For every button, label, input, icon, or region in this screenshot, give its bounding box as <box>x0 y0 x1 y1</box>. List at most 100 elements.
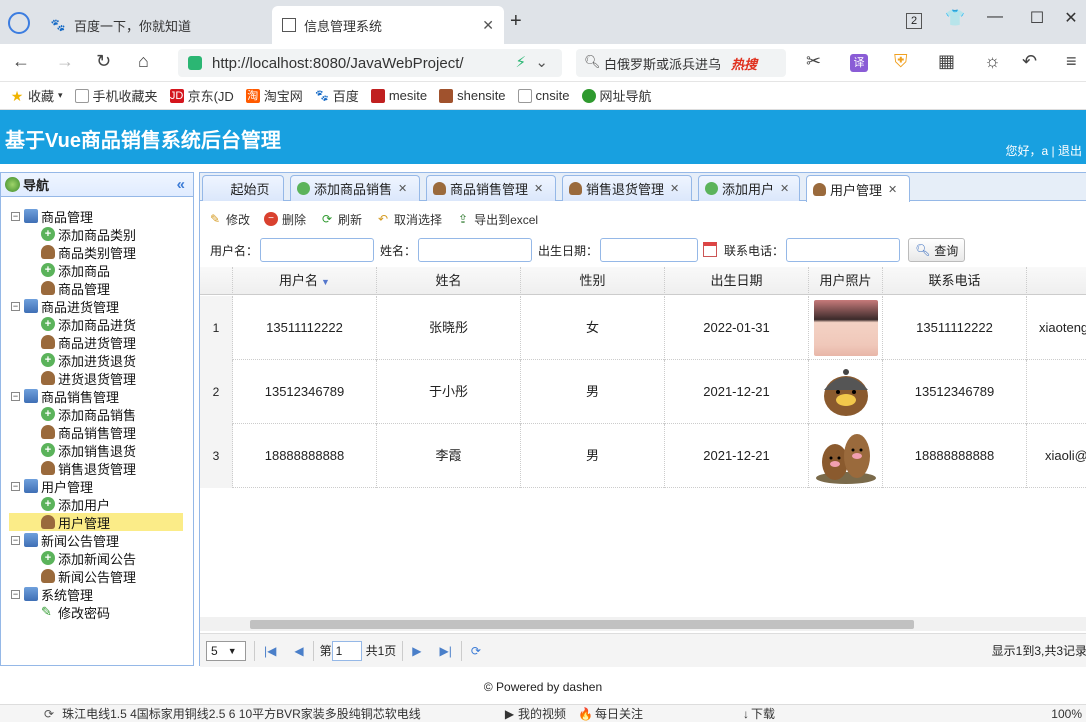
apps-grid-icon[interactable]: ▦ <box>938 51 955 72</box>
nav-item[interactable]: 商品销售管理 <box>41 423 136 441</box>
download-icon[interactable]: ↓ <box>743 707 749 721</box>
maximize-icon[interactable]: ☐ <box>1022 8 1052 28</box>
prev-page-icon[interactable]: ◀ <box>294 644 303 658</box>
phone-input[interactable] <box>786 238 901 262</box>
collapse-toggle-icon[interactable]: − <box>11 481 20 491</box>
nav-item[interactable]: + 添加商品销售 <box>41 405 136 423</box>
tab-add-sale[interactable]: 添加商品销售 ✕ <box>290 175 420 201</box>
tab-user-manage[interactable]: 用户管理 ✕ <box>806 175 910 202</box>
column-header-phone[interactable]: 联系电话 <box>883 267 1027 295</box>
cancel-select-button[interactable]: ↶ 取消选择 <box>376 211 442 228</box>
nav-group-2[interactable]: − 商品销售管理 <box>11 387 119 405</box>
browser-tab-active[interactable]: 信息管理系统 ✕ <box>272 6 504 44</box>
page-number-input[interactable]: 1 <box>331 640 362 661</box>
minimize-icon[interactable]: — <box>980 8 1010 26</box>
close-window-icon[interactable]: ✕ <box>1056 8 1086 28</box>
column-header-extra[interactable] <box>1027 267 1086 295</box>
export-excel-button[interactable]: ⇪ 导出到excel <box>456 211 538 228</box>
collapse-toggle-icon[interactable]: − <box>11 301 20 311</box>
shield-icon[interactable]: ⛨ <box>894 51 908 72</box>
zoom-level[interactable]: 100% <box>1051 707 1082 721</box>
menu-icon[interactable]: ≡ <box>1066 51 1077 72</box>
nav-item[interactable]: 商品进货管理 <box>41 333 136 351</box>
nav-group-5[interactable]: − 系统管理 <box>11 585 93 603</box>
home-icon[interactable]: ⌂ <box>138 51 149 72</box>
browser-logo-icon[interactable] <box>8 12 30 34</box>
nav-item[interactable]: 用户管理 <box>9 513 183 531</box>
tab-add-user[interactable]: 添加用户 ✕ <box>698 175 800 201</box>
bookmark-cnsite[interactable]: cnsite <box>517 88 570 103</box>
shirt-icon[interactable]: 👕 <box>940 8 970 28</box>
first-page-icon[interactable]: |◀ <box>264 644 276 658</box>
table-row[interactable]: 3 18888888888 李霞 男 2021-12-21 1888888888… <box>200 424 1086 488</box>
new-tab-button[interactable]: + <box>510 10 522 33</box>
close-tab-icon[interactable]: ✕ <box>534 182 543 195</box>
nav-item[interactable]: + 添加商品进货 <box>41 315 136 333</box>
bookmark-favorites[interactable]: ★ 收藏 ▾ <box>10 86 63 105</box>
birth-date-input[interactable] <box>600 238 718 262</box>
tab-home[interactable]: 起始页 <box>202 175 284 201</box>
edit-button[interactable]: ✎ 修改 <box>208 211 250 228</box>
horizontal-scrollbar[interactable] <box>200 617 1086 631</box>
name-input[interactable] <box>418 238 533 262</box>
news-ticker[interactable]: 珠江电线1.5 4国标家用铜线2.5 6 10平方BVR家装多股纯铜芯软电线 <box>62 705 421 722</box>
page-size-select[interactable]: 5 ▼ <box>206 640 246 661</box>
table-row[interactable]: 2 13512346789 于小彤 男 2021-12-21 135123467… <box>200 360 1086 424</box>
bookmark-jd[interactable]: JD 京东(JD <box>169 86 234 105</box>
bookmark-taobao[interactable]: 淘淘宝网 <box>245 86 303 105</box>
table-row[interactable]: 1 13511112222 张晓彤 女 2022-01-31 135111122… <box>200 296 1086 360</box>
nav-item[interactable]: 商品管理 <box>41 279 110 297</box>
nav-item[interactable]: + 添加商品类别 <box>41 225 136 243</box>
back-icon[interactable]: ← <box>12 51 30 72</box>
user-greeting[interactable]: 您好，a | 退出 <box>1006 142 1082 159</box>
close-tab-icon[interactable]: ✕ <box>780 182 789 195</box>
reload-icon[interactable]: ↻ <box>96 51 111 72</box>
chevron-down-icon[interactable]: ⌄ <box>535 53 548 71</box>
nav-item[interactable]: + 添加新闻公告 <box>41 549 136 567</box>
url-input[interactable]: http://localhost:8080/JavaWebProject/ ⚡ … <box>178 49 562 77</box>
tab-sale-manage[interactable]: 商品销售管理 ✕ <box>426 175 556 201</box>
sync-icon[interactable]: ⟳ <box>44 707 54 721</box>
scissors-icon[interactable]: ✂ <box>806 51 821 72</box>
collapse-toggle-icon[interactable]: − <box>11 391 20 401</box>
video-icon[interactable]: ▶ <box>505 707 514 721</box>
username-input[interactable] <box>260 238 375 262</box>
next-page-icon[interactable]: ▶ <box>412 644 421 658</box>
undo-icon[interactable]: ↶ <box>1022 51 1037 72</box>
collapse-toggle-icon[interactable]: − <box>11 589 20 599</box>
close-tab-icon[interactable]: ✕ <box>888 183 897 196</box>
nav-group-4[interactable]: − 新闻公告管理 <box>11 531 119 549</box>
column-header-photo[interactable]: 用户照片 <box>809 267 883 295</box>
nav-group-1[interactable]: − 商品进货管理 <box>11 297 119 315</box>
nav-item[interactable]: 商品类别管理 <box>41 243 136 261</box>
close-tab-icon[interactable]: ✕ <box>482 17 494 34</box>
bookmark-mobile[interactable]: 手机收藏夹 <box>74 86 158 105</box>
browser-search-input[interactable]: 🔍︎ 白俄罗斯或派兵进乌 热搜 <box>576 49 786 77</box>
nav-item[interactable]: 新闻公告管理 <box>41 567 136 585</box>
bookmark-mesite[interactable]: mesite <box>370 88 427 103</box>
close-tab-icon[interactable]: ✕ <box>398 182 407 195</box>
last-page-icon[interactable]: ▶| <box>440 644 452 658</box>
delete-button[interactable]: − 删除 <box>264 211 306 228</box>
fire-icon[interactable]: 🔥 <box>578 707 593 721</box>
lightning-icon[interactable]: ⚡ <box>515 53 526 71</box>
nav-item[interactable]: ✎ 修改密码 <box>41 603 110 621</box>
collapse-toggle-icon[interactable]: − <box>11 211 20 221</box>
calendar-icon[interactable] <box>703 242 718 257</box>
column-header-name[interactable]: 姓名 <box>377 267 521 295</box>
forward-icon[interactable]: → <box>56 51 74 72</box>
tab-count-badge[interactable]: 2 <box>906 13 922 29</box>
query-button[interactable]: 🔍︎ 查询 <box>908 238 966 262</box>
download-label[interactable]: 下载 <box>751 705 775 722</box>
nav-item[interactable]: + 添加商品 <box>41 261 110 279</box>
bookmark-baidu[interactable]: 🐾 百度 <box>315 86 359 105</box>
brightness-icon[interactable]: ☼ <box>984 51 1001 72</box>
reload-page-icon[interactable]: ⟳ <box>471 644 481 658</box>
daily-label[interactable]: 每日关注 <box>595 705 643 722</box>
nav-item[interactable]: 进货退货管理 <box>41 369 136 387</box>
collapse-toggle-icon[interactable]: − <box>11 535 20 545</box>
nav-item[interactable]: + 添加进货退货 <box>41 351 136 369</box>
column-header-username[interactable]: 用户名 ▼ <box>233 267 377 295</box>
bookmark-shensite[interactable]: shensite <box>439 88 506 103</box>
column-header-birth[interactable]: 出生日期 <box>665 267 809 295</box>
